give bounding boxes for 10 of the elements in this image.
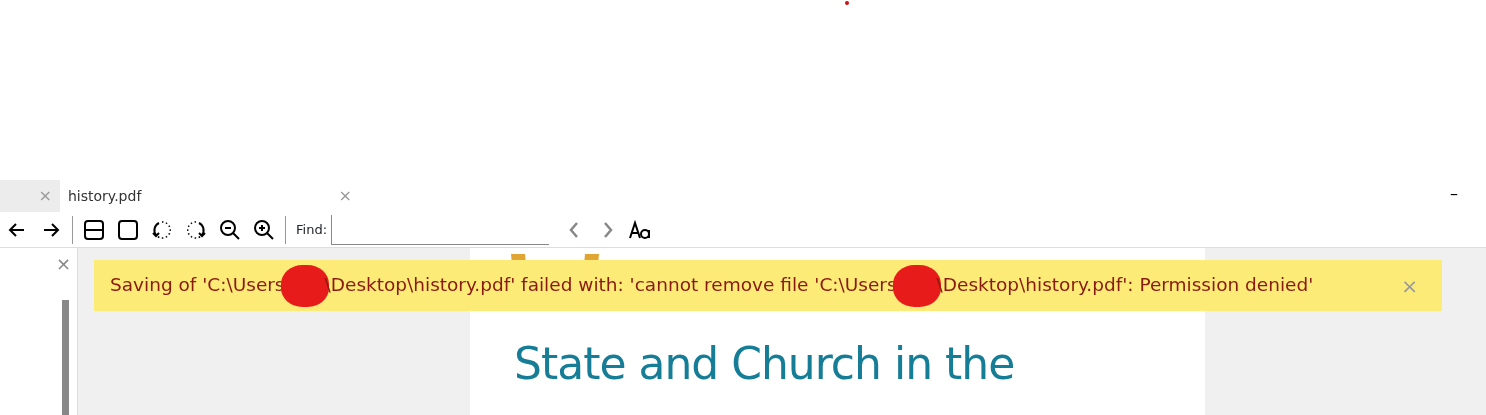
- dot: [845, 1, 849, 5]
- document-heading: State and Church in the: [514, 340, 1015, 389]
- close-button[interactable]: ×: [38, 184, 52, 208]
- close-button[interactable]: ×: [52, 250, 76, 277]
- close-button[interactable]: ×: [338, 184, 352, 208]
- tab[interactable]: ×: [0, 180, 60, 212]
- minimize-button[interactable]: –: [1444, 182, 1464, 206]
- scrollbar-thumb[interactable]: [62, 300, 69, 415]
- close-button[interactable]: ×: [1397, 270, 1422, 301]
- find-label: Find:: [296, 220, 327, 239]
